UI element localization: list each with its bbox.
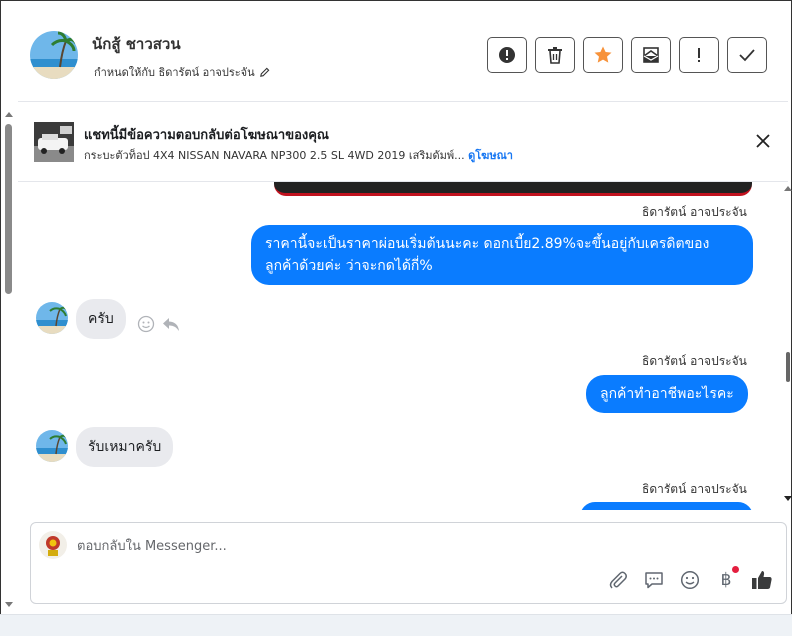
trash-icon [548, 47, 562, 64]
attach-button[interactable] [607, 569, 629, 591]
saved-replies-button[interactable] [643, 569, 665, 591]
emoji-button[interactable] [679, 569, 701, 591]
spam-button[interactable] [487, 37, 527, 73]
paperclip-icon [609, 571, 627, 589]
baht-icon: ฿ [720, 570, 732, 590]
previous-attachment-card[interactable] [274, 182, 752, 196]
pencil-icon[interactable] [259, 67, 270, 78]
sender-name: ธิดารัตน์ อาจประจัน [642, 205, 747, 219]
assignee-label: กำหนดให้กับ ธิดารัตน์ อาจประจัน [94, 66, 255, 79]
contact-avatar-small[interactable] [36, 430, 68, 462]
reply-icon[interactable] [162, 315, 180, 333]
reply-composer: ฿ [30, 522, 787, 604]
ad-banner-subtitle: กระบะตัวท็อป 4X4 NISSAN NAVARA NP300 2.5… [84, 146, 513, 164]
scroll-down-arrow[interactable] [784, 496, 792, 501]
thumbs-up-icon [752, 571, 772, 589]
scroll-thumb[interactable] [786, 352, 790, 382]
contact-avatar-small[interactable] [36, 302, 68, 334]
star-icon [594, 46, 612, 63]
mark-important-button[interactable] [679, 37, 719, 73]
scroll-up-arrow[interactable] [5, 112, 13, 117]
conversation-header: นักสู้ ชาวสวน กำหนดให้กับ ธิดารัตน์ อาจป… [18, 8, 788, 102]
conversation-toolbar [487, 37, 767, 73]
incoming-message[interactable]: ครับ [76, 299, 126, 339]
ad-reply-banner: แชทนี้มีข้อความตอบกลับต่อโฆษณาของคุณ กระ… [18, 102, 788, 182]
assignee-line[interactable]: กำหนดให้กับ ธิดารัตน์ อาจประจัน [94, 63, 270, 81]
bottom-strip [0, 614, 792, 636]
scroll-thumb[interactable] [5, 124, 12, 294]
sender-name: ธิดารัตน์ อาจประจัน [642, 354, 747, 368]
mark-done-button[interactable] [727, 37, 767, 73]
outgoing-message-partial[interactable] [580, 502, 753, 510]
my-avatar [39, 531, 67, 559]
notification-dot [732, 566, 739, 573]
view-ad-link[interactable]: ดูโฆษณา [468, 149, 513, 162]
like-button[interactable] [751, 569, 773, 591]
payment-button[interactable]: ฿ [715, 566, 739, 591]
reply-input[interactable] [77, 535, 597, 557]
ad-thumbnail[interactable] [34, 122, 74, 162]
ad-banner-title: แชทนี้มีข้อความตอบกลับต่อโฆษณาของคุณ [84, 128, 329, 143]
smiley-react-icon[interactable] [137, 315, 155, 333]
check-icon [739, 49, 755, 62]
sender-name: ธิดารัตน์ อาจประจัน [642, 482, 747, 496]
left-scrollbar[interactable] [3, 102, 15, 614]
contact-name: นักสู้ ชาวสวน [92, 35, 181, 53]
star-button[interactable] [583, 37, 623, 73]
composer-tools: ฿ [607, 566, 773, 591]
message-thread: ธิดารัตน์ อาจประจัน ราคานี้จะเป็นราคาผ่อ… [18, 182, 784, 510]
smiley-icon [680, 570, 700, 590]
contact-avatar[interactable] [30, 31, 78, 79]
scroll-down-arrow[interactable] [5, 602, 13, 607]
outgoing-message[interactable]: ลูกค้าทำอาชีพอะไรคะ [586, 375, 748, 413]
ad-description: กระบะตัวท็อป 4X4 NISSAN NAVARA NP300 2.5… [84, 149, 465, 162]
incoming-message[interactable]: รับเหมาครับ [76, 427, 174, 467]
close-icon[interactable] [754, 132, 772, 150]
mark-unread-icon [643, 47, 659, 63]
alert-circle-icon [499, 47, 515, 63]
scroll-up-arrow[interactable] [784, 186, 792, 191]
chat-bubble-icon [645, 572, 663, 589]
exclamation-icon [698, 48, 700, 62]
mark-unread-button[interactable] [631, 37, 671, 73]
outgoing-message[interactable]: ราคานี้จะเป็นราคาผ่อนเริ่มต้นนะคะ ดอกเบี… [251, 225, 753, 285]
delete-button[interactable] [535, 37, 575, 73]
